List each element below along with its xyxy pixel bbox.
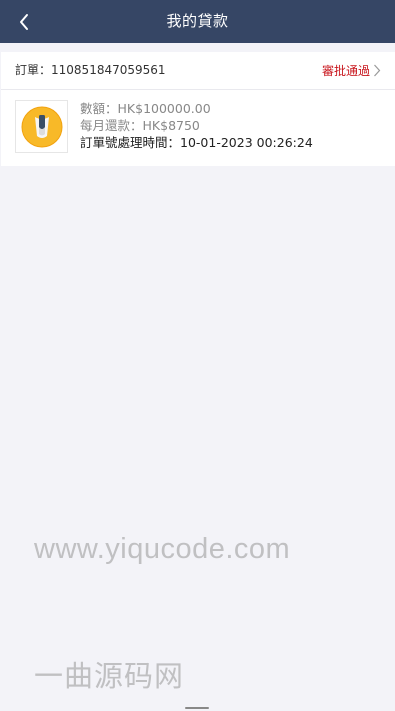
processing-time-label: 訂單號處理時間： <box>80 135 181 150</box>
watermark-cn: 一曲源码网 <box>34 659 185 693</box>
order-number: 訂單：110851847059561 <box>15 52 166 89</box>
watermark-url: www.yiqucode.com <box>34 533 291 565</box>
order-status-link[interactable]: 審批通過 <box>322 52 381 89</box>
chevron-left-icon <box>20 14 28 30</box>
money-bag-icon <box>21 106 62 147</box>
order-card[interactable]: 訂單：110851847059561 審批通過 數額：HK$100000.00 … <box>1 52 395 166</box>
chevron-right-icon <box>374 64 381 77</box>
loan-page: 我的貸款 訂單：110851847059561 審批通過 數額：HK$10000… <box>0 0 395 711</box>
order-number-label: 訂單： <box>15 63 52 77</box>
processing-time-line: 訂單號處理時間：10-01-2023 00:26:24 <box>80 134 313 151</box>
top-navbar: 我的貸款 <box>0 0 395 43</box>
amount-value: HK$100000.00 <box>117 101 211 116</box>
monthly-payment-value: HK$8750 <box>142 118 200 133</box>
loan-product-thumbnail <box>15 100 68 153</box>
order-header: 訂單：110851847059561 審批通過 <box>1 52 395 90</box>
home-indicator <box>185 707 209 709</box>
order-number-value: 110851847059561 <box>51 63 166 77</box>
page-title: 我的貸款 <box>166 12 229 30</box>
back-button[interactable] <box>8 6 40 38</box>
monthly-payment-label: 每月還款： <box>80 118 143 133</box>
monthly-payment-line: 每月還款：HK$8750 <box>80 117 313 134</box>
processing-time-value: 10-01-2023 00:26:24 <box>180 135 313 150</box>
loan-info: 數額：HK$100000.00 每月還款：HK$8750 訂單號處理時間：10-… <box>80 100 313 151</box>
order-status-label: 審批通過 <box>321 64 370 78</box>
amount-label: 數額： <box>80 101 118 116</box>
amount-line: 數額：HK$100000.00 <box>80 100 313 117</box>
order-body: 數額：HK$100000.00 每月還款：HK$8750 訂單號處理時間：10-… <box>1 90 395 166</box>
